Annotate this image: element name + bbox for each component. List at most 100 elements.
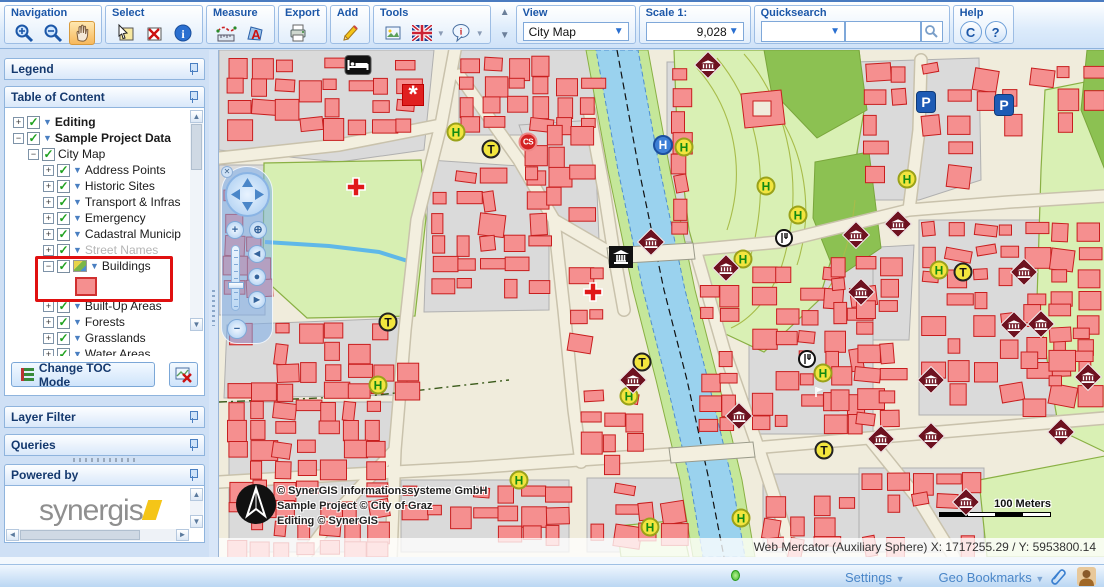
zoom-slider-handle[interactable] (228, 282, 244, 289)
layer-checkbox[interactable]: ✓ (57, 212, 70, 225)
quicksearch-go-button[interactable] (921, 21, 943, 42)
redlining-button[interactable] (337, 21, 363, 45)
zoom-out-widget-button[interactable]: − (227, 319, 247, 339)
scroll-right-icon[interactable]: ► (176, 529, 189, 541)
map-viewport[interactable]: ✕ + ⊕ ◄ ● ► − © S (218, 50, 1104, 557)
toc-item-address-points[interactable]: +✓▼Address Points (5, 162, 204, 178)
layer-checkbox[interactable]: ✓ (57, 348, 70, 357)
logo-hscrollbar[interactable]: ◄ ► (6, 529, 189, 541)
default-extent-button[interactable]: ● (248, 268, 266, 286)
scroll-down-icon[interactable]: ▼ (190, 515, 203, 528)
toc-panel-header[interactable]: Table of Content (4, 86, 205, 108)
quicksearch-input[interactable] (845, 21, 921, 42)
layer-menu-icon[interactable]: ▼ (73, 333, 82, 343)
layer-checkbox[interactable]: ✓ (27, 132, 40, 145)
layer-menu-icon[interactable]: ▼ (43, 133, 52, 143)
toc-item-emergency[interactable]: +✓▼Emergency (5, 210, 204, 226)
toc-item-sample-project-data[interactable]: −✓▼Sample Project Data (5, 130, 204, 146)
layer-checkbox[interactable]: ✓ (57, 316, 70, 329)
toc-item-transport-infras[interactable]: +✓▼Transport & Infras (5, 194, 204, 210)
toolbar-scroll-down-icon[interactable]: ▼ (500, 31, 510, 41)
toc-scrollbar[interactable]: ▲ ▼ (190, 110, 203, 331)
print-button[interactable] (285, 21, 311, 45)
layer-checkbox[interactable]: ✓ (57, 196, 70, 209)
toolbar-scroll-up-icon[interactable]: ▲ (500, 8, 510, 18)
quicksearch-type-select[interactable]: ▼ (761, 21, 845, 42)
toc-item-street-names[interactable]: +✓▼Street Names (5, 242, 204, 258)
toc-item-built-up-areas[interactable]: +✓▼Built-Up Areas (5, 298, 204, 314)
queries-panel-header[interactable]: Queries (4, 434, 205, 456)
toc-item-cadastral-municip[interactable]: +✓▼Cadastral Municip (5, 226, 204, 242)
layer-menu-icon[interactable]: ▼ (73, 165, 82, 175)
layer-menu-icon[interactable]: ▼ (73, 229, 82, 239)
expand-icon[interactable]: + (43, 349, 54, 357)
change-toc-mode-button[interactable]: Change TOC Mode (11, 362, 155, 387)
identify-button[interactable]: i (170, 21, 196, 45)
expand-icon[interactable]: + (13, 117, 24, 128)
settings-menu[interactable]: Settings ▼ (845, 570, 905, 585)
expand-icon[interactable]: + (43, 317, 54, 328)
maptip-button[interactable]: i (448, 21, 474, 45)
expand-icon[interactable]: + (43, 213, 54, 224)
toc-item-water-areas[interactable]: +✓▼Water Areas (5, 346, 204, 356)
layer-filter-panel-header[interactable]: Layer Filter (4, 406, 205, 428)
layer-menu-icon[interactable]: ▼ (73, 317, 82, 327)
expand-icon[interactable]: + (43, 229, 54, 240)
pin-icon[interactable] (188, 411, 198, 423)
sidebar-map-splitter[interactable] (209, 50, 218, 557)
collapse-icon[interactable]: − (43, 261, 54, 272)
layer-checkbox[interactable]: ✓ (57, 180, 70, 193)
measure-area-button[interactable]: A (242, 21, 268, 45)
view-select[interactable]: City Map ▼ (523, 22, 629, 41)
select-features-button[interactable] (112, 21, 138, 45)
pin-icon[interactable] (188, 469, 198, 481)
expand-icon[interactable]: + (43, 165, 54, 176)
zoom-slider[interactable] (231, 245, 240, 311)
pan-button[interactable] (69, 21, 95, 45)
layer-menu-icon[interactable]: ▼ (90, 261, 99, 271)
pan-compass[interactable] (225, 172, 270, 217)
scroll-down-icon[interactable]: ▼ (190, 318, 203, 331)
toc-item-historic-sites[interactable]: +✓▼Historic Sites (5, 178, 204, 194)
export-image-button[interactable] (380, 21, 406, 45)
geo-bookmarks-menu[interactable]: Geo Bookmarks ▼ (939, 570, 1045, 585)
layer-checkbox[interactable]: ✓ (42, 148, 55, 161)
expand-icon[interactable]: + (43, 333, 54, 344)
clear-selection-button[interactable] (141, 21, 167, 45)
powered-by-panel-header[interactable]: Powered by (4, 464, 205, 486)
zoom-out-button[interactable] (40, 21, 66, 45)
attachment-icon[interactable] (1049, 568, 1067, 586)
pin-icon[interactable] (188, 63, 198, 75)
help-button[interactable]: ? (985, 21, 1007, 43)
zoom-in-widget-button[interactable]: + (226, 221, 244, 239)
layer-checkbox[interactable]: ✓ (57, 300, 70, 313)
layer-menu-icon[interactable]: ▼ (73, 245, 82, 255)
layer-menu-icon[interactable]: ▼ (73, 349, 82, 356)
layer-checkbox[interactable]: ✓ (57, 260, 70, 273)
layer-checkbox[interactable]: ✓ (57, 228, 70, 241)
toc-item-forests[interactable]: +✓▼Forests (5, 314, 204, 330)
scroll-left-icon[interactable]: ◄ (6, 529, 19, 541)
logo-vscrollbar[interactable]: ▲ ▼ (190, 488, 203, 528)
panel-splitter-handle[interactable] (0, 456, 209, 464)
toc-item-city-map[interactable]: −✓City Map (5, 146, 204, 162)
expand-icon[interactable]: + (43, 181, 54, 192)
language-button[interactable] (409, 21, 435, 45)
layer-menu-icon[interactable]: ▼ (73, 213, 82, 223)
collapse-icon[interactable]: − (28, 149, 39, 160)
collapse-icon[interactable]: − (13, 133, 24, 144)
layer-checkbox[interactable]: ✓ (57, 244, 70, 257)
expand-icon[interactable]: + (43, 301, 54, 312)
layer-menu-icon[interactable]: ▼ (73, 197, 82, 207)
layer-menu-icon[interactable]: ▼ (73, 301, 82, 311)
full-extent-button[interactable]: ⊕ (249, 221, 267, 239)
toc-item-editing[interactable]: +✓▼Editing (5, 114, 204, 130)
previous-extent-button[interactable]: ◄ (248, 245, 266, 263)
zoom-in-button[interactable] (11, 21, 37, 45)
layer-menu-icon[interactable]: ▼ (73, 181, 82, 191)
remove-redlining-button[interactable] (169, 362, 198, 387)
scroll-up-icon[interactable]: ▲ (190, 488, 203, 501)
layer-checkbox[interactable]: ✓ (57, 332, 70, 345)
pin-icon[interactable] (188, 91, 198, 103)
layer-checkbox[interactable]: ✓ (27, 116, 40, 129)
